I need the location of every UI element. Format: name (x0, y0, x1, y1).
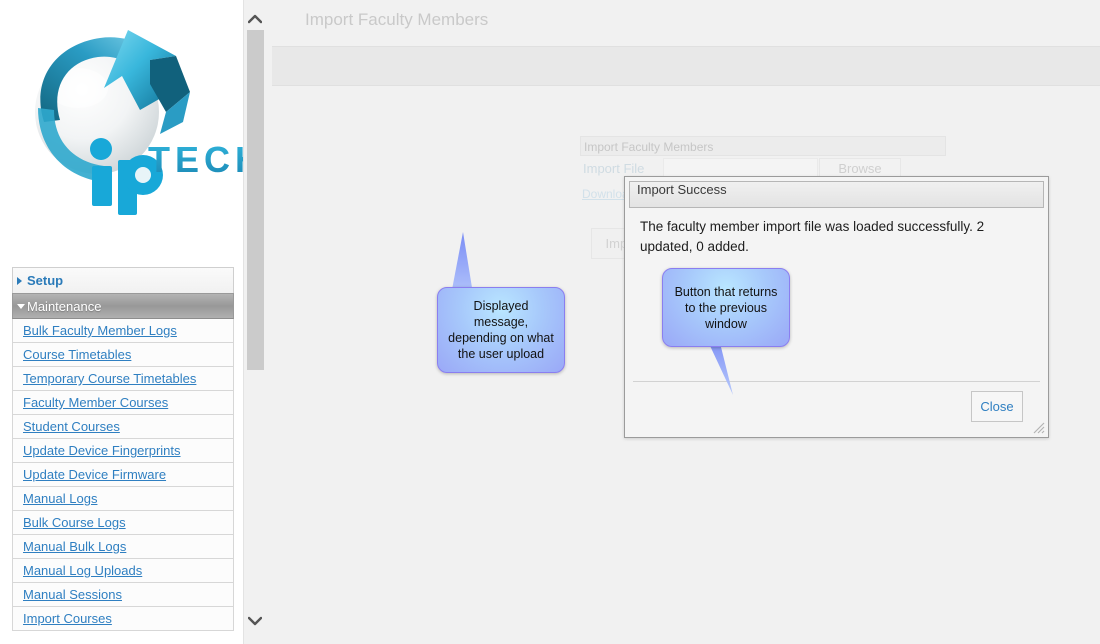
chevron-down-icon (247, 616, 262, 626)
sidebar-item-link[interactable]: Bulk Course Logs (23, 515, 126, 530)
annotation-callout-message-text: Displayed message, depending on what the… (448, 299, 554, 361)
left-sidebar: TECH Setup Maintenance Bulk Faculty Memb… (0, 0, 243, 644)
chevron-down-icon (17, 304, 25, 309)
sidebar-item-temporary-course-timetables[interactable]: Temporary Course Timetables (12, 367, 234, 391)
scrollbar-thumb[interactable] (247, 30, 264, 370)
resize-grip-glyph (1033, 422, 1045, 434)
sidebar-item-update-device-fingerprints[interactable]: Update Device Fingerprints (12, 439, 234, 463)
sidebar-item-link[interactable]: Faculty Member Courses (23, 395, 168, 410)
sidebar-group-setup-label: Setup (27, 273, 64, 288)
sidebar-item-course-timetables[interactable]: Course Timetables (12, 343, 234, 367)
scroll-up-button[interactable] (244, 6, 265, 32)
dialog-footer-separator (633, 381, 1040, 382)
sidebar-item-link[interactable]: Update Device Firmware (23, 467, 166, 482)
close-button[interactable]: Close (971, 391, 1023, 422)
sidebar-item-update-device-firmware[interactable]: Update Device Firmware (12, 463, 234, 487)
sidebar-item-link[interactable]: Temporary Course Timetables (23, 371, 196, 386)
sidebar-item-bulk-course-logs[interactable]: Bulk Course Logs (12, 511, 234, 535)
iptech-logo-icon: TECH (35, 30, 243, 215)
sidebar-item-import-courses[interactable]: Import Courses (12, 607, 234, 631)
annotation-callout-close: Button that returns to the previous wind… (662, 268, 790, 347)
resize-grip-icon[interactable] (1032, 421, 1045, 434)
app-logo: TECH (0, 0, 243, 215)
sidebar-item-link[interactable]: Bulk Faculty Member Logs (23, 323, 177, 338)
download-template-link[interactable]: Downloa (582, 187, 629, 201)
import-file-label: Import File (583, 161, 645, 176)
sidebar-menu: Setup Maintenance Bulk Faculty Member Lo… (12, 267, 234, 631)
sidebar-item-link[interactable]: Course Timetables (23, 347, 131, 362)
sidebar-item-link[interactable]: Import Courses (23, 611, 112, 626)
sidebar-item-manual-logs[interactable]: Manual Logs (12, 487, 234, 511)
sidebar-item-student-courses[interactable]: Student Courses (12, 415, 234, 439)
sidebar-group-maintenance-label: Maintenance (27, 299, 102, 314)
annotation-callout-message: Displayed message, depending on what the… (437, 287, 565, 373)
svg-text:TECH: TECH (148, 139, 243, 180)
vertical-scrollbar[interactable] (243, 0, 265, 644)
annotation-callout-close-text: Button that returns to the previous wind… (674, 284, 778, 331)
dialog-title: Import Success (637, 182, 727, 197)
sidebar-item-faculty-member-courses[interactable]: Faculty Member Courses (12, 391, 234, 415)
sidebar-item-manual-log-uploads[interactable]: Manual Log Uploads (12, 559, 234, 583)
sidebar-item-manual-bulk-logs[interactable]: Manual Bulk Logs (12, 535, 234, 559)
sidebar-item-link[interactable]: Student Courses (23, 419, 120, 434)
form-panel-header: Import Faculty Members (580, 136, 946, 156)
sidebar-item-link[interactable]: Manual Logs (23, 491, 97, 506)
page-header-bar (272, 46, 1100, 86)
sidebar-item-link[interactable]: Manual Bulk Logs (23, 539, 126, 554)
page-title: Import Faculty Members (305, 10, 489, 29)
dialog-message: The faculty member import file was loade… (640, 219, 985, 254)
sidebar-item-link[interactable]: Update Device Fingerprints (23, 443, 181, 458)
chevron-up-icon (247, 14, 262, 24)
sidebar-group-maintenance[interactable]: Maintenance (12, 293, 234, 319)
scroll-down-button[interactable] (244, 608, 265, 634)
sidebar-item-link[interactable]: Manual Log Uploads (23, 563, 142, 578)
sidebar-item-bulk-faculty-member-logs[interactable]: Bulk Faculty Member Logs (12, 319, 234, 343)
chevron-right-icon (17, 276, 22, 285)
sidebar-item-link[interactable]: Manual Sessions (23, 587, 122, 602)
sidebar-group-setup[interactable]: Setup (12, 267, 234, 293)
sidebar-item-manual-sessions[interactable]: Manual Sessions (12, 583, 234, 607)
